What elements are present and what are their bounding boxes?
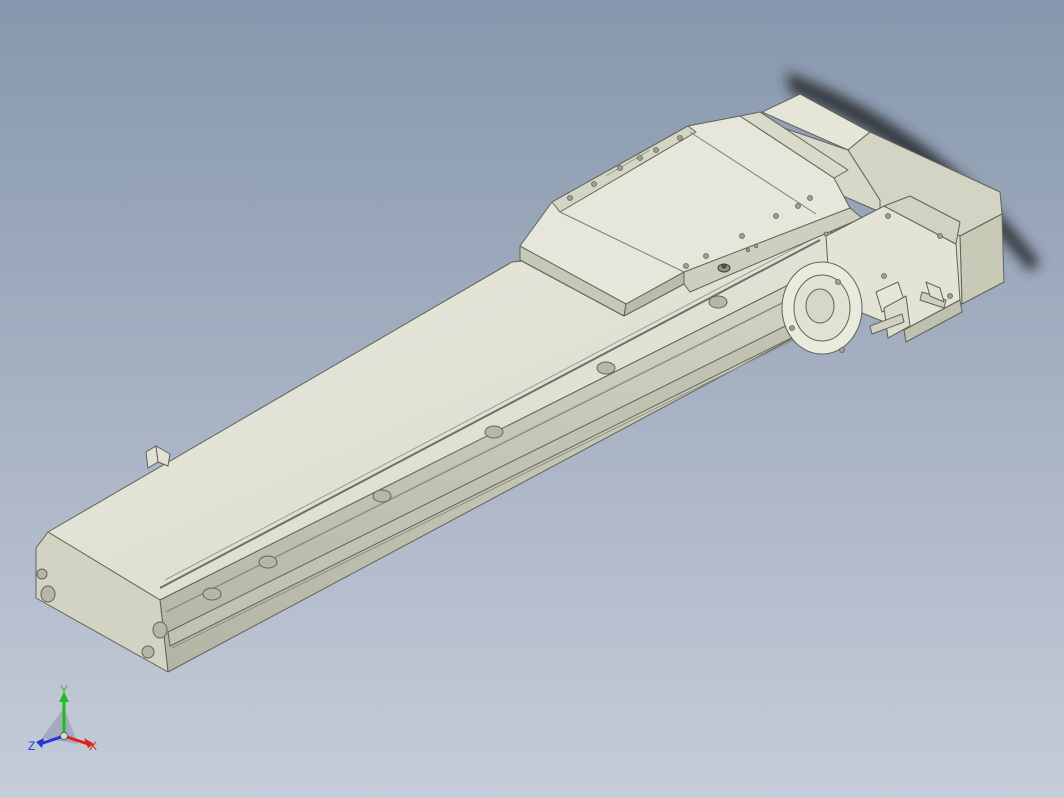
z-axis-label: Z [28,739,35,753]
y-axis-label: Y [60,684,68,697]
x-axis-label: X [89,739,97,753]
z-arrow-icon [36,738,44,748]
linear-actuator-model[interactable] [0,0,1064,798]
3d-viewport[interactable]: Y X Z [0,0,1064,798]
grease-fitting [717,263,731,273]
axis-triad[interactable]: Y X Z [26,684,106,758]
sensor-bracket[interactable] [145,445,171,469]
